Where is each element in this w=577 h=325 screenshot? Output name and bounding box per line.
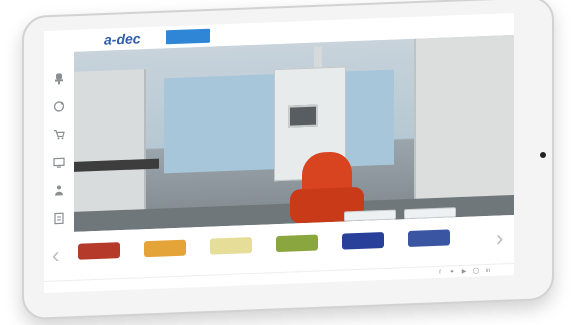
person-icon[interactable] bbox=[49, 180, 69, 201]
swatch-label-4 bbox=[276, 255, 318, 257]
tab-5[interactable] bbox=[374, 20, 424, 36]
chair-icon[interactable] bbox=[49, 68, 69, 89]
youtube-icon[interactable]: ▶ bbox=[460, 268, 468, 276]
instagram-icon[interactable]: ◯ bbox=[472, 267, 480, 275]
tab-2[interactable] bbox=[222, 27, 262, 43]
document-icon[interactable] bbox=[49, 208, 69, 229]
operatory-3d-view[interactable] bbox=[74, 34, 514, 232]
next-arrow-icon[interactable]: › bbox=[496, 225, 503, 251]
swatch-label-1 bbox=[78, 262, 120, 264]
monitor-icon[interactable] bbox=[49, 152, 69, 173]
tab-4[interactable] bbox=[320, 23, 366, 39]
swatch-label-2 bbox=[144, 260, 186, 262]
left-countertop bbox=[74, 158, 159, 172]
swatch-3[interactable] bbox=[210, 237, 252, 255]
swatch-label-3 bbox=[210, 257, 252, 259]
adec-logo[interactable]: a-dec bbox=[104, 30, 141, 47]
swatch-2[interactable] bbox=[144, 239, 186, 258]
tab-3[interactable] bbox=[270, 25, 310, 41]
configurator-screen: a-dec ‹ › f ✦ ▶ ◯ in bbox=[44, 12, 514, 294]
tab-1[interactable] bbox=[166, 28, 210, 45]
linkedin-icon[interactable]: in bbox=[484, 267, 492, 275]
swatch-label-5 bbox=[342, 252, 384, 254]
facebook-icon[interactable]: f bbox=[436, 269, 444, 277]
prev-arrow-icon[interactable]: ‹ bbox=[52, 242, 59, 268]
swatch-4[interactable] bbox=[276, 234, 318, 253]
tablet-camera bbox=[540, 152, 546, 158]
swatch-label-6 bbox=[408, 249, 450, 251]
left-cabinet bbox=[74, 69, 146, 222]
twitter-icon[interactable]: ✦ bbox=[448, 268, 456, 276]
swatch-5[interactable] bbox=[342, 231, 384, 250]
cart-icon[interactable] bbox=[49, 124, 69, 145]
tab-6[interactable] bbox=[434, 19, 464, 34]
swatch-6[interactable] bbox=[408, 229, 450, 248]
right-cabinet bbox=[414, 34, 514, 219]
swatch-1[interactable] bbox=[78, 242, 120, 260]
tower-monitor bbox=[288, 104, 318, 128]
rotate-icon[interactable] bbox=[49, 96, 69, 117]
tool-sidebar bbox=[44, 51, 75, 234]
